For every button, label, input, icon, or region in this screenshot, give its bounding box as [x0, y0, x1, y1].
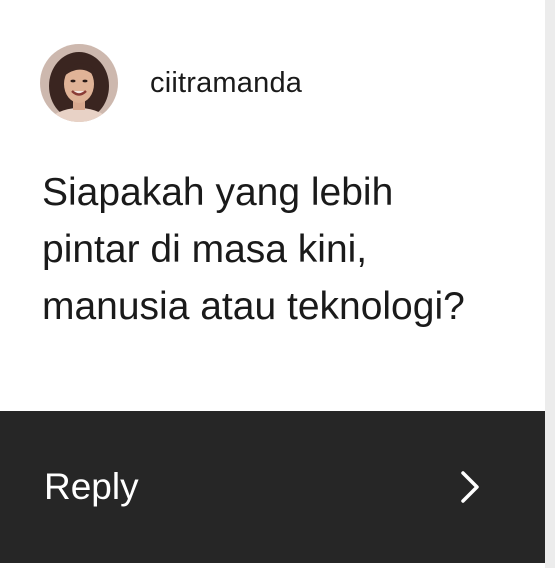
question-text: Siapakah yang lebih pintar di masa kini,…: [42, 171, 465, 328]
reply-button[interactable]: Reply: [0, 411, 545, 563]
chevron-right-icon: [459, 469, 481, 505]
profile-photo-icon: [40, 44, 118, 122]
username[interactable]: ciitramanda: [150, 67, 302, 100]
card-edge: [545, 0, 555, 568]
question-card: ciitramanda Siapakah yang lebih pintar d…: [0, 0, 555, 568]
avatar[interactable]: [40, 44, 118, 122]
reply-label: Reply: [44, 466, 139, 507]
post-header: ciitramanda: [40, 44, 302, 122]
